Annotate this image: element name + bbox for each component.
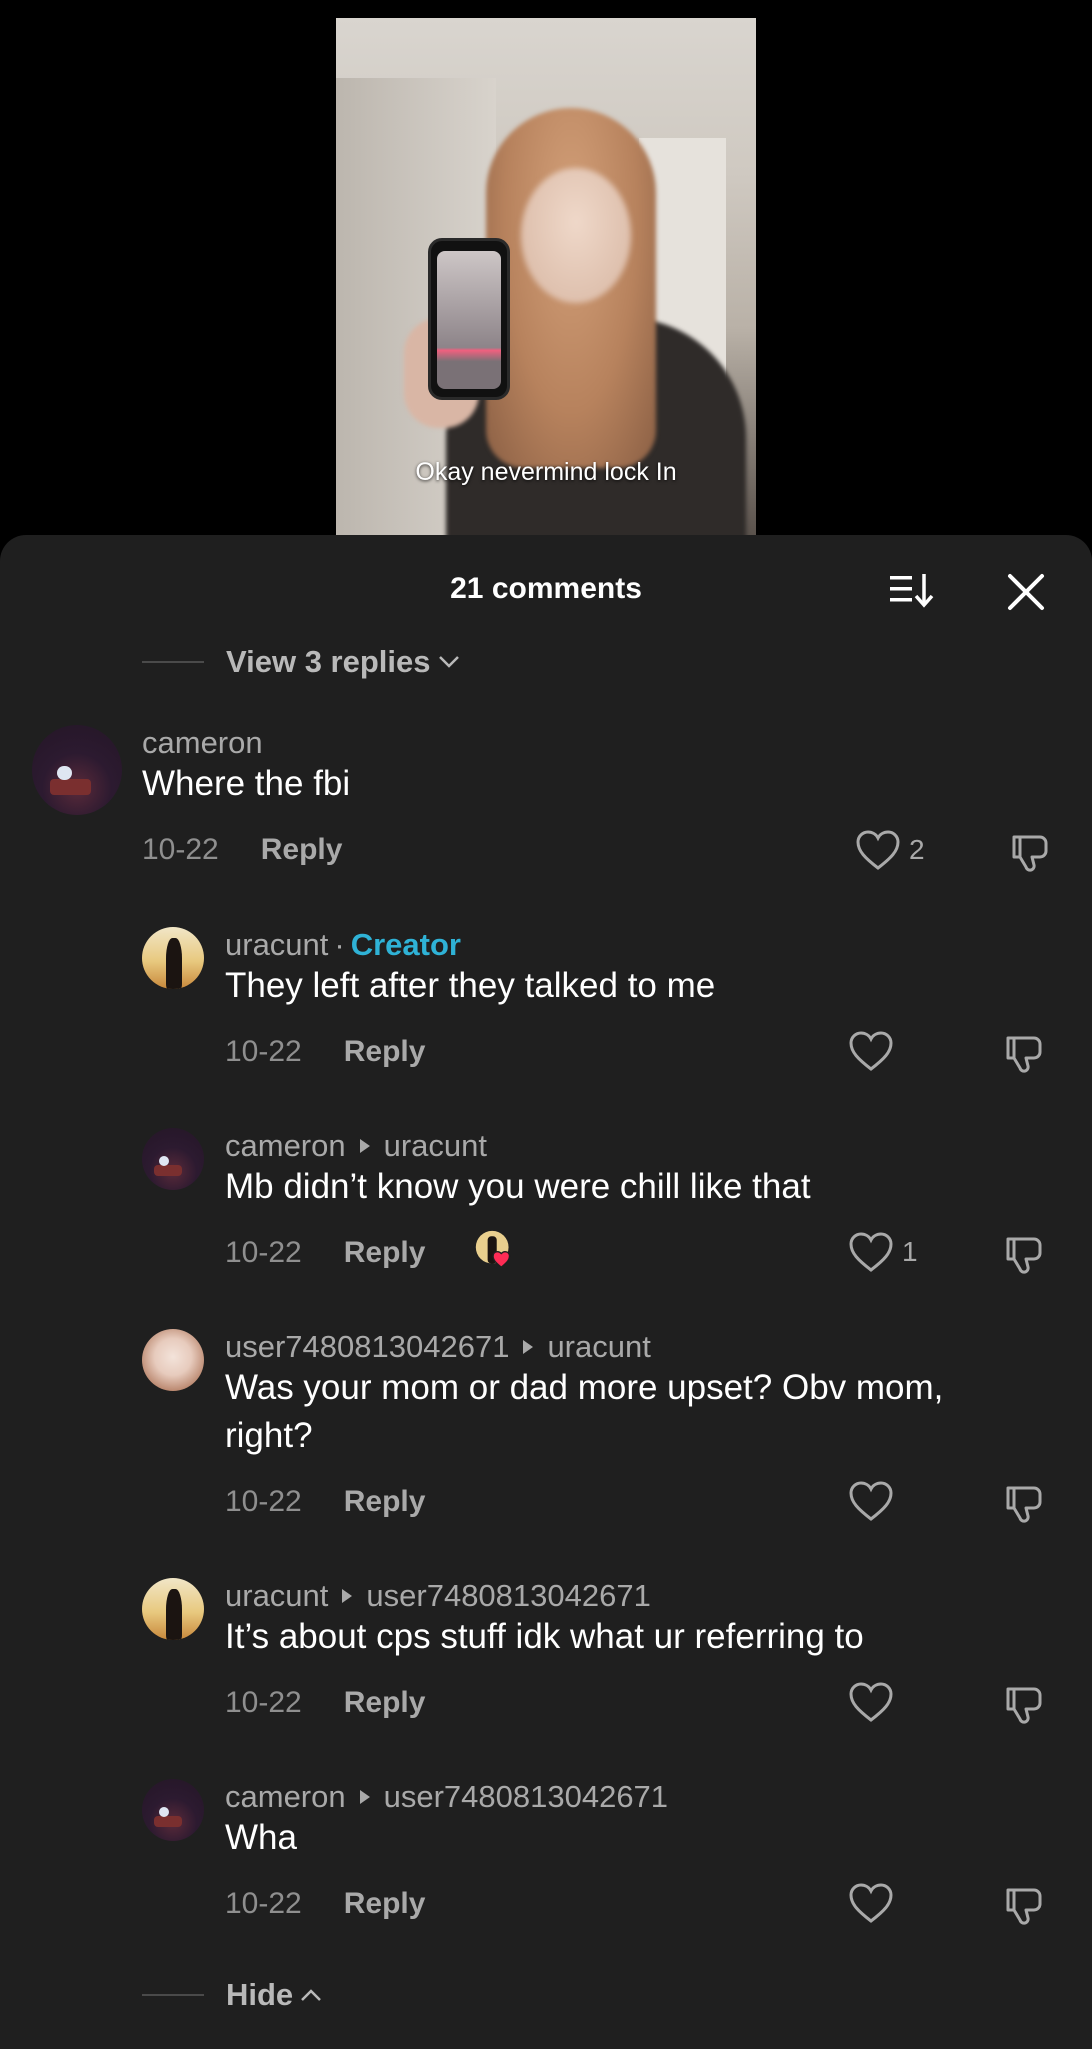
dislike-icon[interactable] — [1008, 829, 1052, 873]
heart-icon — [849, 1232, 893, 1272]
reply-meta: 10-22 Reply — [225, 1035, 425, 1069]
reply-to-username[interactable]: uracunt — [384, 1128, 487, 1164]
dislike-icon[interactable] — [1002, 1231, 1046, 1275]
heart-icon[interactable] — [848, 1030, 894, 1072]
like-button[interactable]: 2 — [855, 829, 925, 871]
chevron-down-icon — [438, 656, 459, 668]
reply-to-arrow-icon — [342, 1589, 353, 1603]
reply-button[interactable]: Reply — [344, 1035, 426, 1069]
reply-to-username[interactable]: user7480813042671 — [366, 1578, 650, 1614]
reply-to-username[interactable]: user7480813042671 — [384, 1779, 668, 1815]
comment-date: 10-22 — [142, 833, 219, 866]
avatar[interactable] — [142, 1329, 204, 1391]
reply-button[interactable]: Reply — [344, 1686, 426, 1720]
reply-text-line-1: Was your mom or dad more upset? Obv mom, — [225, 1368, 944, 1407]
reply-button[interactable]: Reply — [344, 1887, 426, 1921]
video-thumbnail[interactable]: Okay nevermind lock In — [336, 18, 756, 536]
heart-icon — [856, 830, 900, 870]
creator-liked-icon — [475, 1230, 511, 1269]
avatar[interactable] — [142, 927, 204, 989]
creator-badge: Creator — [350, 927, 461, 962]
reply-text: They left after they talked to me — [225, 966, 716, 1005]
reply-date: 10-22 — [225, 1887, 302, 1920]
video-caption: Okay nevermind lock In — [415, 458, 677, 486]
hide-replies-button[interactable]: Hide — [142, 1975, 323, 2015]
divider-line — [142, 661, 204, 663]
reply-button[interactable]: Reply — [344, 1485, 426, 1519]
comment-username[interactable]: cameron — [142, 725, 263, 761]
reply-to-arrow-icon — [359, 1139, 370, 1153]
reply-to-username[interactable]: uracunt — [547, 1329, 650, 1365]
divider-line — [142, 1994, 204, 1996]
reply-username[interactable]: uracunt · Creator — [225, 927, 461, 963]
comment-text: Where the fbi — [142, 764, 351, 803]
reply-date: 10-22 — [225, 1035, 302, 1068]
video-person-face — [521, 168, 631, 303]
reply-username[interactable]: user7480813042671 uracunt — [225, 1329, 651, 1365]
video-phone — [428, 238, 510, 400]
reply-button[interactable]: Reply — [261, 833, 343, 867]
dislike-icon[interactable] — [1002, 1681, 1046, 1725]
close-icon[interactable] — [1004, 570, 1048, 614]
sort-icon[interactable] — [888, 570, 936, 610]
reply-text: It’s about cps stuff idk what ur referri… — [225, 1617, 864, 1656]
reply-to-arrow-icon — [523, 1340, 534, 1354]
avatar[interactable] — [142, 1779, 204, 1841]
heart-icon[interactable] — [848, 1882, 894, 1924]
heart-icon[interactable] — [848, 1480, 894, 1522]
avatar[interactable] — [142, 1578, 204, 1640]
reply-text: Mb didn’t know you were chill like that — [225, 1167, 811, 1206]
like-button[interactable]: 1 — [848, 1231, 918, 1273]
like-count: 1 — [902, 1236, 918, 1267]
avatar[interactable] — [32, 725, 122, 815]
reply-text-line-2: right? — [225, 1416, 313, 1455]
dislike-icon[interactable] — [1002, 1030, 1046, 1074]
reply-text: Wha — [225, 1818, 297, 1857]
dislike-icon[interactable] — [1002, 1480, 1046, 1524]
reply-username[interactable]: uracunt user7480813042671 — [225, 1578, 651, 1614]
reply-date: 10-22 — [225, 1236, 302, 1269]
reply-to-arrow-icon — [359, 1790, 370, 1804]
reply-date: 10-22 — [225, 1485, 302, 1518]
reply-meta: 10-22 Reply — [225, 1887, 425, 1921]
avatar[interactable] — [142, 1128, 204, 1190]
reply-meta: 10-22 Reply — [225, 1485, 425, 1519]
reply-meta: 10-22 Reply — [225, 1686, 425, 1720]
reply-meta: 10-22 Reply — [225, 1236, 425, 1270]
reply-username[interactable]: cameron user7480813042671 — [225, 1779, 668, 1815]
heart-icon[interactable] — [848, 1681, 894, 1723]
reply-date: 10-22 — [225, 1686, 302, 1719]
comment-meta: 10-22 Reply — [142, 833, 342, 867]
reply-button[interactable]: Reply — [344, 1236, 426, 1270]
reply-username[interactable]: cameron uracunt — [225, 1128, 487, 1164]
dislike-icon[interactable] — [1002, 1882, 1046, 1926]
comments-sheet: 21 comments View 3 replies cameron Where… — [0, 535, 1092, 2049]
like-count: 2 — [909, 834, 925, 865]
chevron-up-icon — [301, 1989, 322, 2001]
view-replies-button[interactable]: View 3 replies — [142, 642, 461, 682]
